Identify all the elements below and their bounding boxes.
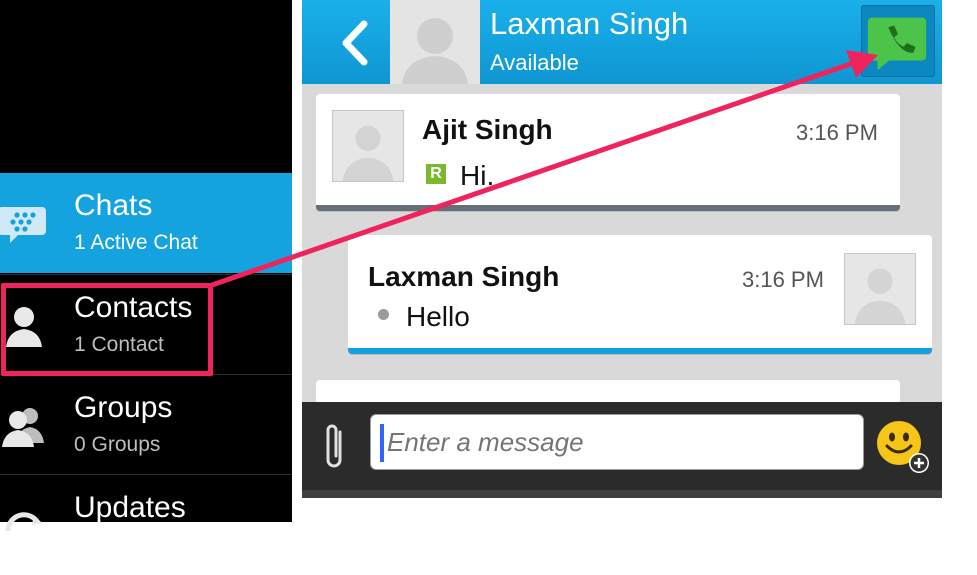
message-time: 3:16 PM	[742, 267, 824, 292]
delivered-dot	[378, 309, 389, 320]
message-composer	[302, 402, 942, 490]
bubble-stripe	[348, 348, 932, 354]
chat-panel: Laxman Singh Available Ajit Singh 3:16 P…	[302, 0, 942, 498]
sidebar-item-updates[interactable]: Updates	[0, 474, 292, 575]
sidebar-item-sublabel: 1 Contact	[74, 333, 164, 356]
avatar-silhouette-icon	[342, 125, 394, 181]
message-sender: Ajit Singh	[422, 114, 553, 145]
bubble-stripe	[316, 205, 900, 211]
sidebar-item-label: Updates	[74, 491, 186, 524]
contact-status: Available	[490, 50, 579, 75]
sidebar-item-chats[interactable]: Chats 1 Active Chat	[0, 173, 292, 273]
contact-avatar[interactable]	[390, 0, 480, 84]
message-input[interactable]	[370, 414, 864, 470]
sidebar-item-label: Groups	[74, 391, 173, 424]
avatar-silhouette-icon	[402, 18, 468, 84]
emoticon-icon[interactable]	[874, 418, 930, 474]
bottom-bar	[302, 490, 942, 498]
sidebar-item-sublabel: 0 Groups	[74, 433, 161, 456]
bbm-chat-icon	[0, 207, 46, 243]
sidebar-item-contacts[interactable]: Contacts 1 Contact	[0, 274, 292, 375]
contact-person-icon	[6, 307, 42, 347]
voice-call-button[interactable]	[861, 5, 935, 77]
sidebar-item-label: Chats	[74, 189, 153, 222]
attach-paperclip-icon[interactable]	[320, 420, 350, 472]
sidebar: Chats 1 Active Chat Contacts 1 Contact G…	[0, 0, 292, 532]
back-arrow-icon[interactable]	[332, 18, 382, 68]
read-receipt-badge: R	[426, 164, 446, 184]
refresh-icon	[5, 512, 42, 532]
message-bubble: Laxman Singh 3:16 PM Hello	[348, 235, 932, 354]
contact-name: Laxman Singh	[490, 6, 689, 41]
phone-bubble-icon	[867, 17, 927, 71]
message-bubble: Ajit Singh 3:16 PM R Hi.	[316, 94, 900, 211]
message-text: Hi.	[460, 160, 495, 191]
message-sender: Laxman Singh	[368, 261, 560, 292]
sidebar-item-label: Contacts	[74, 291, 193, 324]
message-text: Hello	[406, 301, 470, 332]
sidebar-item-sublabel: 1 Active Chat	[74, 231, 198, 254]
chat-header: Laxman Singh Available	[302, 0, 942, 84]
sender-avatar	[844, 253, 916, 325]
avatar-silhouette-icon	[854, 268, 906, 324]
text-cursor	[380, 424, 384, 462]
message-time: 3:16 PM	[796, 120, 878, 145]
sender-avatar	[332, 110, 404, 182]
groups-icon	[2, 408, 44, 447]
sidebar-item-groups[interactable]: Groups 0 Groups	[0, 374, 292, 475]
